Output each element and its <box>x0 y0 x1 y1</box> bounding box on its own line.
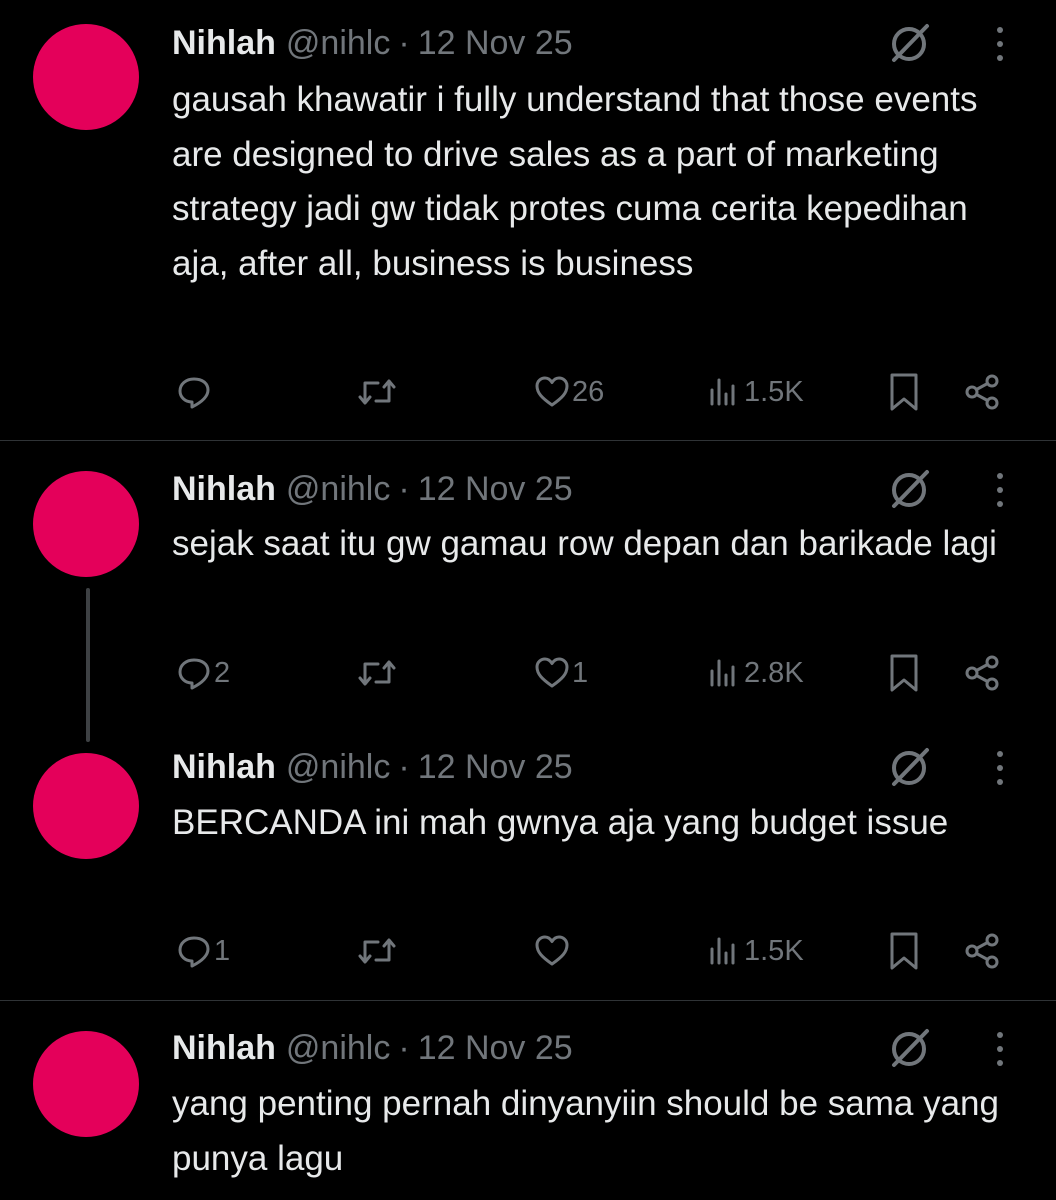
tweet-header: Nihlah @nihlc · 12 Nov 25 <box>172 18 573 68</box>
author-name[interactable]: Nihlah <box>172 470 276 509</box>
bookmark-icon <box>890 932 918 970</box>
more-icon[interactable] <box>990 1027 1010 1071</box>
repost-button[interactable] <box>356 926 398 976</box>
views-count: 1.5K <box>744 375 804 408</box>
reply-button[interactable] <box>176 367 214 417</box>
share-icon <box>965 655 999 691</box>
avatar[interactable] <box>33 471 139 577</box>
share-icon <box>965 933 999 969</box>
more-icon[interactable] <box>990 468 1010 512</box>
tweet-actions: 26 1.5K <box>0 367 1056 417</box>
share-button[interactable] <box>962 926 1002 976</box>
grok-icon[interactable] <box>885 18 935 68</box>
tweet-actions: 1 1.5K <box>0 926 1056 976</box>
repost-icon <box>358 660 396 686</box>
views-count: 1.5K <box>744 934 804 967</box>
avatar[interactable] <box>33 24 139 130</box>
tweet-header: Nihlah @nihlc · 12 Nov 25 <box>172 1023 573 1073</box>
grok-icon[interactable] <box>885 464 935 514</box>
tweet-date[interactable]: 12 Nov 25 <box>418 24 573 63</box>
like-count: 1 <box>572 656 589 689</box>
repost-button[interactable] <box>356 367 398 417</box>
bookmark-button[interactable] <box>886 367 922 417</box>
more-icon[interactable] <box>990 22 1010 66</box>
like-icon <box>535 657 569 688</box>
bookmark-button[interactable] <box>886 648 922 698</box>
views-icon <box>710 378 735 406</box>
thread-line <box>86 588 90 742</box>
tweet-date[interactable]: 12 Nov 25 <box>418 748 573 787</box>
author-handle[interactable]: @nihlc <box>286 24 390 63</box>
tweet-header: Nihlah @nihlc · 12 Nov 25 <box>172 742 573 792</box>
separator: · <box>398 23 410 62</box>
separator: · <box>398 469 410 508</box>
like-button[interactable]: 1 <box>534 648 588 698</box>
tweet[interactable]: Nihlah @nihlc · 12 Nov 25 yang penting p… <box>0 1001 1056 1200</box>
share-button[interactable] <box>962 648 1002 698</box>
author-name[interactable]: Nihlah <box>172 24 276 63</box>
like-button[interactable] <box>534 926 572 976</box>
like-count: 26 <box>572 375 605 408</box>
tweet[interactable]: Nihlah @nihlc · 12 Nov 25 BERCANDA ini m… <box>0 720 1056 1000</box>
tweet-text: sejak saat itu gw gamau row depan dan ba… <box>172 524 997 563</box>
bookmark-button[interactable] <box>886 926 922 976</box>
reply-count: 2 <box>214 656 231 689</box>
views-button[interactable]: 2.8K <box>706 648 804 698</box>
tweet-actions: 2 1 2.8K <box>0 648 1056 698</box>
tweet-date[interactable]: 12 Nov 25 <box>418 470 573 509</box>
reply-icon <box>178 658 210 690</box>
share-button[interactable] <box>962 367 1002 417</box>
author-name[interactable]: Nihlah <box>172 1029 276 1068</box>
author-handle[interactable]: @nihlc <box>286 1029 390 1068</box>
avatar[interactable] <box>33 1031 139 1137</box>
tweet-header: Nihlah @nihlc · 12 Nov 25 <box>172 464 573 514</box>
repost-button[interactable] <box>356 648 398 698</box>
share-icon <box>965 374 999 410</box>
like-icon <box>535 935 569 966</box>
like-button[interactable]: 26 <box>534 367 604 417</box>
reply-button[interactable]: 1 <box>176 926 230 976</box>
tweet-date[interactable]: 12 Nov 25 <box>418 1029 573 1068</box>
tweet[interactable]: Nihlah @nihlc · 12 Nov 25 sejak saat itu… <box>0 441 1056 720</box>
grok-icon[interactable] <box>885 1023 935 1073</box>
views-button[interactable]: 1.5K <box>706 367 804 417</box>
author-handle[interactable]: @nihlc <box>286 470 390 509</box>
views-count: 2.8K <box>744 656 804 689</box>
tweet-text: yang penting pernah dinyanyiin should be… <box>172 1084 999 1178</box>
bookmark-icon <box>890 654 918 692</box>
reply-icon <box>178 936 210 968</box>
reply-button[interactable]: 2 <box>176 648 230 698</box>
like-icon <box>535 376 569 407</box>
tweet[interactable]: Nihlah @nihlc · 12 Nov 25 gausah khawati… <box>0 0 1056 440</box>
reply-icon <box>178 377 210 409</box>
reply-count: 1 <box>214 934 231 967</box>
avatar[interactable] <box>33 753 139 859</box>
views-icon <box>710 659 735 687</box>
views-icon <box>710 937 735 965</box>
more-icon[interactable] <box>990 746 1010 790</box>
bookmark-icon <box>890 373 918 411</box>
views-button[interactable]: 1.5K <box>706 926 804 976</box>
separator: · <box>398 1028 410 1067</box>
repost-icon <box>358 938 396 964</box>
repost-icon <box>358 379 396 405</box>
tweet-text: gausah khawatir i fully understand that … <box>172 80 978 283</box>
author-handle[interactable]: @nihlc <box>286 748 390 787</box>
tweet-text: BERCANDA ini mah gwnya aja yang budget i… <box>172 803 949 842</box>
author-name[interactable]: Nihlah <box>172 748 276 787</box>
grok-icon[interactable] <box>885 742 935 792</box>
separator: · <box>398 747 410 786</box>
